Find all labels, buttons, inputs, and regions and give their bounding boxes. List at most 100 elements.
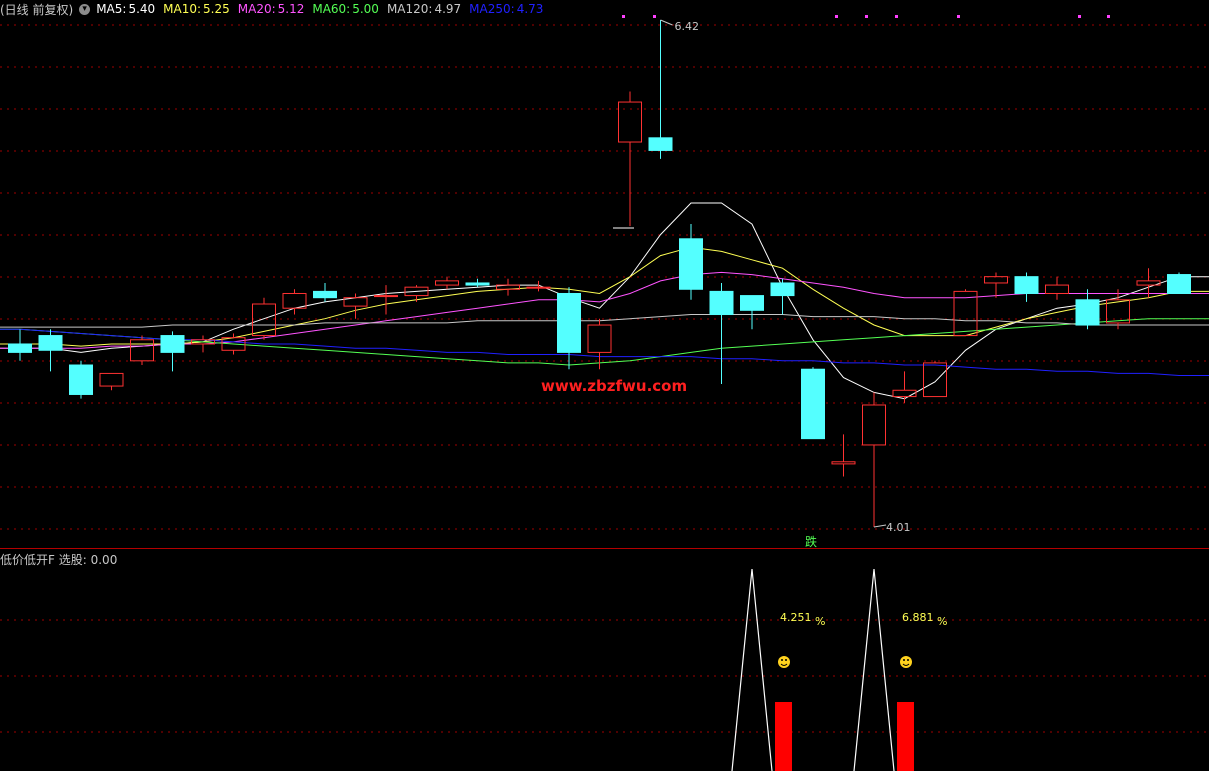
candle[interactable]	[38, 329, 63, 372]
ma-name: MA120:	[386, 2, 433, 16]
candle[interactable]	[130, 335, 154, 366]
candle[interactable]	[740, 295, 764, 330]
candle[interactable]	[160, 331, 185, 372]
ma-line-ma10	[0, 246, 1209, 347]
candle-body	[99, 372, 124, 387]
candle-body	[526, 286, 551, 289]
candle-body	[38, 335, 63, 351]
ma-indicator-ma250[interactable]: MA250: 4.73	[469, 2, 543, 16]
signal-peak-line	[853, 568, 895, 771]
marker-dot	[895, 15, 898, 18]
candle[interactable]	[313, 282, 337, 302]
signal-percent: 6.881	[902, 611, 934, 624]
candle[interactable]	[343, 293, 368, 319]
candle-body	[69, 364, 93, 395]
candle[interactable]	[984, 272, 1008, 298]
candle[interactable]	[1167, 272, 1191, 294]
settings-icon[interactable]: ▾	[79, 3, 91, 15]
candle[interactable]	[404, 285, 429, 302]
ma-indicator-ma60[interactable]: MA60: 5.00	[312, 2, 379, 16]
candle[interactable]	[709, 282, 734, 384]
pick-value: 0.00	[90, 553, 118, 567]
candle[interactable]	[587, 318, 612, 370]
candle[interactable]	[435, 276, 459, 290]
candle[interactable]	[862, 392, 886, 527]
smiley-eye	[907, 659, 909, 661]
candle-body	[130, 339, 154, 362]
candle[interactable]	[557, 287, 581, 370]
signal-bar	[775, 702, 792, 771]
candle[interactable]	[496, 278, 520, 296]
candle[interactable]	[1075, 289, 1100, 330]
candle[interactable]	[892, 371, 917, 403]
candle[interactable]	[526, 280, 551, 292]
ma-name: MA250:	[469, 2, 515, 16]
low-pointer	[873, 524, 887, 528]
candle-body	[8, 343, 32, 353]
candle[interactable]	[69, 360, 93, 399]
candle-body	[374, 295, 398, 298]
smiley-face	[778, 656, 790, 668]
ma-indicator-ma20[interactable]: MA20: 5.12	[238, 2, 305, 16]
candle-body	[557, 292, 581, 353]
candle-body	[618, 101, 642, 143]
signal-bar	[897, 702, 914, 771]
signal-percent: 4.251	[780, 611, 812, 624]
pick-label: 选股:	[58, 553, 87, 567]
candlestick-chart[interactable]: 6.42 4.01 跌 www.zbzfwu.com	[0, 0, 1209, 548]
ma-indicator-list: MA5: 5.40 MA10: 5.25 MA20: 5.12 MA60: 5.00 MA120…	[96, 2, 543, 16]
signal-label: 跌	[805, 534, 817, 548]
high-price-label: 6.42	[675, 20, 700, 33]
candle[interactable]	[374, 285, 398, 315]
candle-body	[801, 368, 825, 440]
candle-body	[1045, 284, 1069, 294]
ma-name: MA60:	[312, 2, 351, 16]
candle[interactable]	[953, 289, 978, 337]
candle[interactable]	[465, 278, 490, 288]
indicator-panel[interactable]: 4.251% 6.881% 低价低开F 选股: 0.00	[0, 549, 1209, 771]
ma-value: 4.73	[516, 2, 544, 16]
chart-header: (日线 前复权) ▾ MA5: 5.40 MA10: 5.25 MA20: 5.12 MA6…	[0, 0, 543, 18]
ma-value: 4.97	[434, 2, 462, 16]
watermark-text: www.zbzfwu.com	[541, 377, 687, 395]
ma-indicator-ma10[interactable]: MA10: 5.25	[163, 2, 230, 16]
candle[interactable]	[770, 278, 795, 315]
ma-value: 5.25	[203, 2, 230, 16]
ma-indicator-ma5[interactable]: MA5: 5.40	[96, 2, 155, 16]
candle-body	[892, 389, 917, 398]
candle-body	[984, 276, 1008, 284]
smiley-icon	[900, 656, 912, 668]
candle[interactable]	[831, 434, 856, 477]
ma-name: MA5:	[96, 2, 127, 16]
indicator-name[interactable]: 低价低开F	[0, 553, 55, 567]
candle[interactable]	[1045, 276, 1069, 300]
candle[interactable]	[923, 360, 947, 398]
indicator-signal[interactable]: 4.251%	[731, 568, 825, 771]
candle[interactable]	[618, 91, 642, 227]
kline-panel[interactable]: 6.42 4.01 跌 www.zbzfwu.com (日线 前复权) ▾ MA5: 5…	[0, 0, 1209, 548]
ma-value: 5.40	[128, 2, 156, 16]
candle[interactable]	[801, 367, 825, 440]
candle-body	[435, 280, 459, 286]
indicator-signal[interactable]: 6.881%	[853, 568, 947, 771]
smiley-eye	[781, 659, 783, 661]
candle-body	[587, 324, 612, 353]
period-label[interactable]: (日线 前复权)	[0, 1, 73, 18]
candle-body	[709, 290, 734, 316]
marker-dot	[835, 15, 838, 18]
candle[interactable]	[99, 372, 124, 391]
ma-indicator-ma120[interactable]: MA120: 4.97	[387, 2, 461, 16]
candle-body	[282, 292, 307, 309]
candle-body	[313, 290, 337, 299]
ma-name: MA10:	[163, 2, 202, 16]
candle-body	[465, 282, 490, 286]
candle[interactable]	[1014, 272, 1039, 302]
candle-body	[923, 362, 947, 398]
ma-value: 5.12	[277, 2, 305, 16]
signal-percent-unit: %	[815, 615, 825, 628]
indicator-chart[interactable]: 4.251% 6.881%	[0, 549, 1209, 771]
candle[interactable]	[8, 329, 32, 361]
candle[interactable]	[679, 224, 703, 300]
smiley-icon	[778, 656, 790, 668]
candle[interactable]	[648, 20, 673, 159]
